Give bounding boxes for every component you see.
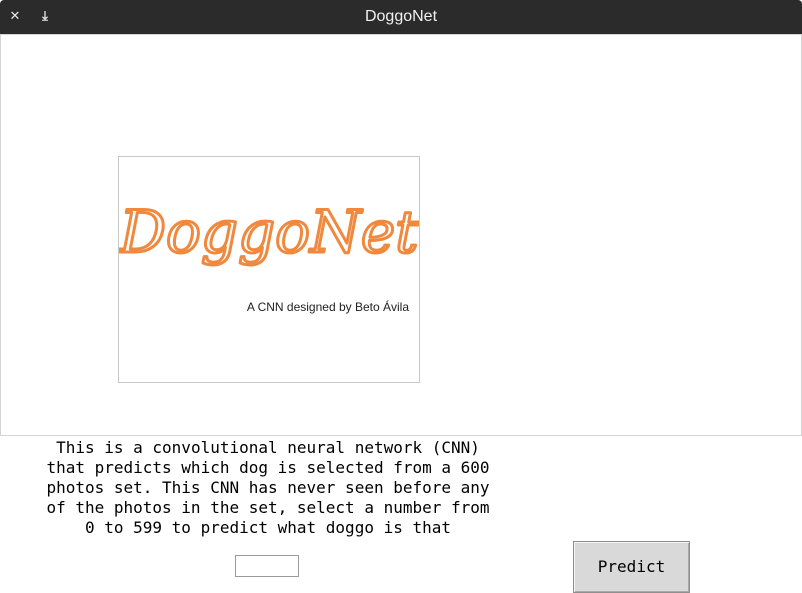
logo-subtitle: A CNN designed by Beto Ávila (246, 300, 409, 314)
doggonet-logo-image: DoggoNet A CNN designed by Beto Ávila (117, 156, 421, 383)
title-bar: ✕ ⤓ DoggoNet (0, 0, 802, 34)
description-text: This is a convolutional neural network (… (46, 438, 490, 537)
window-title: DoggoNet (364, 8, 438, 25)
doggonet-logo-art: DoggoNet (117, 197, 421, 268)
predict-button[interactable]: Predict (573, 541, 690, 593)
photo-number-input[interactable] (235, 555, 299, 577)
image-canvas: DoggoNet A CNN designed by Beto Ávila (0, 34, 802, 436)
logo-wordmark: DoggoNet (119, 198, 419, 266)
